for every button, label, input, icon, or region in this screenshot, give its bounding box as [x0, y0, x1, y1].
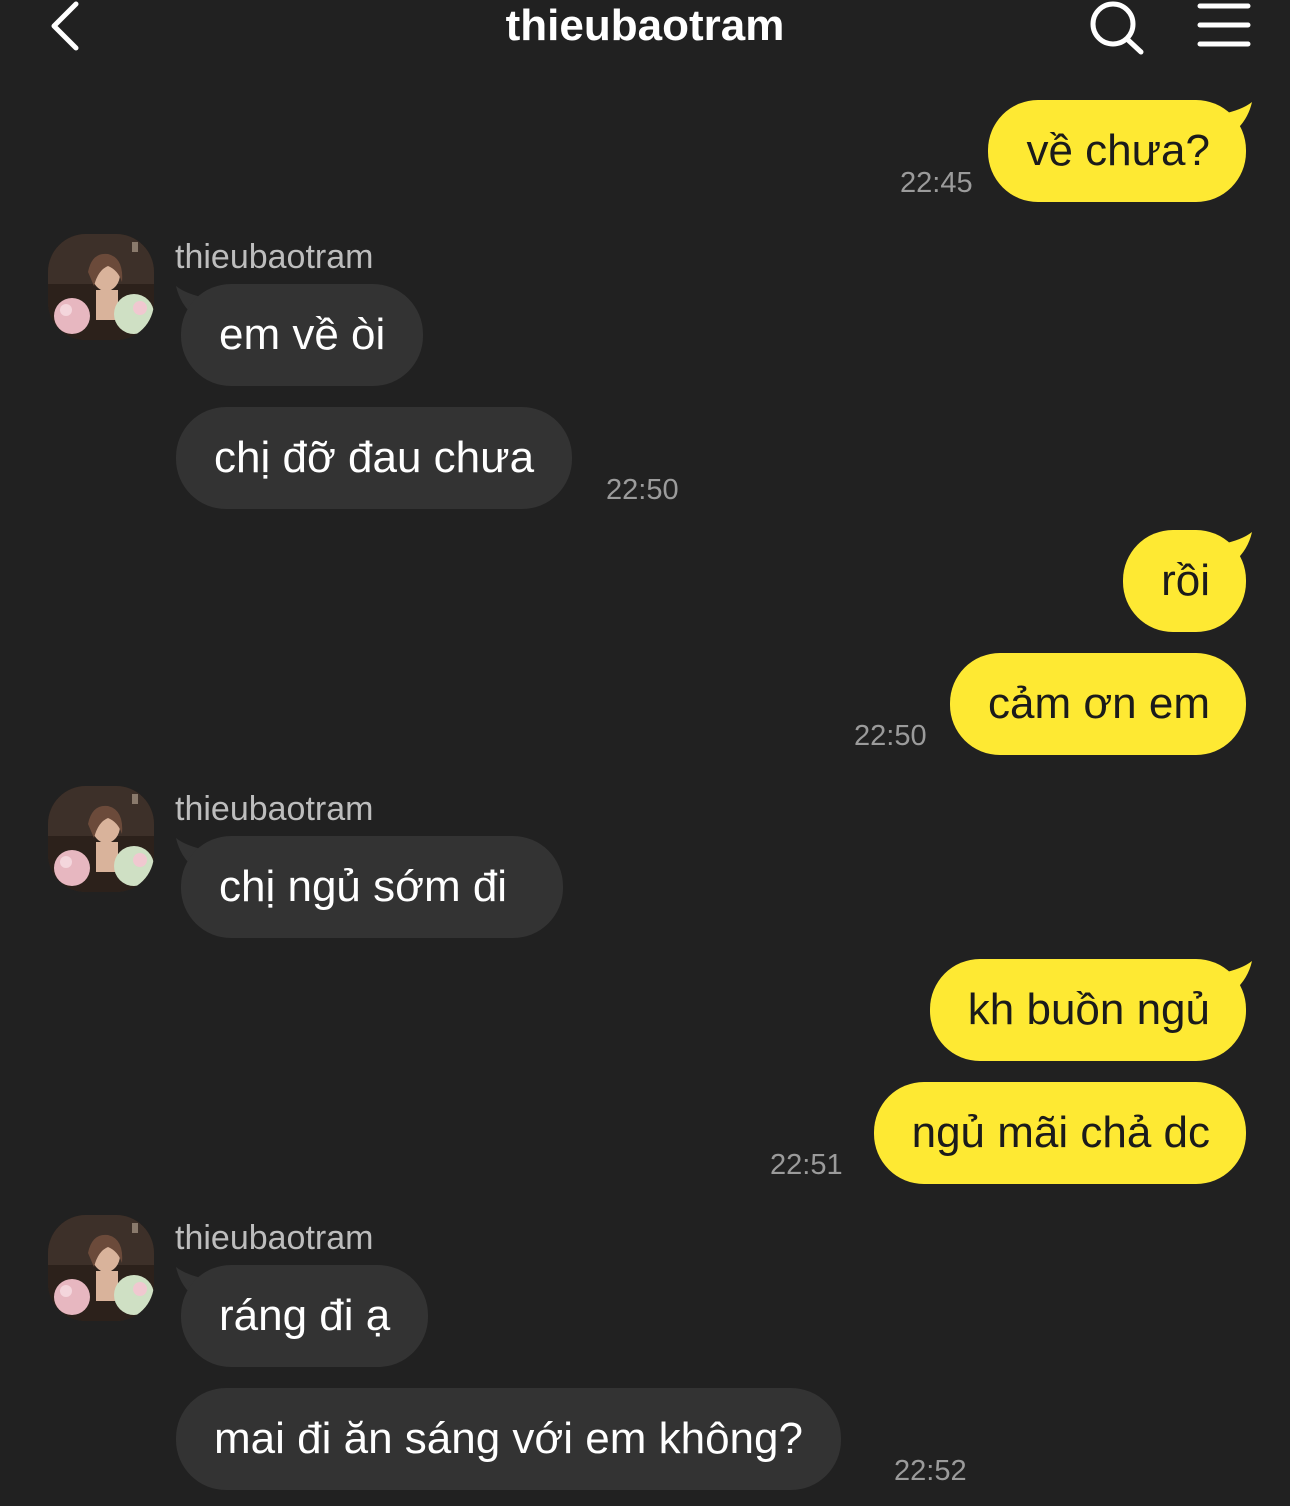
my-message-bubble[interactable]: ngủ mãi chả dc [873, 1082, 1246, 1184]
menu-icon [1197, 3, 1251, 47]
profile-photo-icon [48, 1215, 154, 1321]
their-message-bubble[interactable]: chị ngủ sớm đi [181, 836, 564, 938]
chat-header: thieubaotram [0, 0, 1290, 60]
message-time: 22:50 [854, 720, 927, 752]
my-message-bubble[interactable]: rồi [1123, 530, 1246, 632]
chevron-left-icon [51, 1, 79, 51]
avatar[interactable] [48, 786, 154, 892]
avatar[interactable] [48, 1215, 154, 1321]
avatar[interactable] [48, 234, 154, 340]
message-time: 22:45 [900, 167, 973, 199]
sender-name: thieubaotram [175, 238, 374, 276]
search-icon [1090, 1, 1144, 55]
my-message-bubble[interactable]: kh buồn ngủ [929, 959, 1246, 1061]
menu-button[interactable] [1196, 0, 1252, 50]
sender-name: thieubaotram [175, 790, 374, 828]
my-message-bubble[interactable]: về chưa? [988, 100, 1246, 202]
their-message-bubble[interactable]: chị đỡ đau chưa [176, 407, 573, 509]
profile-photo-icon [48, 786, 154, 892]
my-message-bubble[interactable]: cảm ơn em [949, 653, 1246, 755]
message-time: 22:52 [894, 1455, 967, 1487]
back-button[interactable] [40, 0, 90, 52]
chat-message-list[interactable]: về chưa? 22:45 thieubaotram em về òi chị… [0, 60, 1290, 1506]
sender-name: thieubaotram [175, 1219, 374, 1257]
their-message-bubble[interactable]: em về òi [181, 284, 424, 386]
their-message-bubble[interactable]: mai đi ăn sáng với em không? [176, 1388, 841, 1490]
message-time: 22:51 [770, 1149, 843, 1181]
profile-photo-icon [48, 234, 154, 340]
search-button[interactable] [1086, 0, 1146, 56]
their-message-bubble[interactable]: ráng đi ạ [181, 1265, 429, 1367]
message-time: 22:50 [606, 474, 679, 506]
